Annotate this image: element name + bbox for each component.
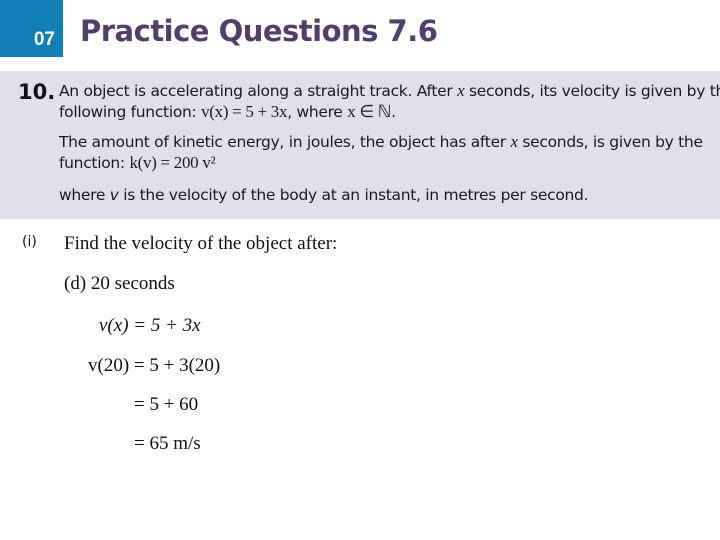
subpart-label: (d) 20 seconds: [64, 273, 175, 294]
question-line-2: following function: v(x) = 5 + 3x, where…: [59, 102, 396, 121]
solution-step-2: v(20) = 5 + 3(20): [88, 355, 221, 376]
solution-step-4: = 65 m/s: [134, 433, 201, 454]
velocity-function: v(x) = 5 + 3x: [201, 102, 288, 121]
part-label: (i): [22, 234, 37, 250]
question-number: 10.: [18, 80, 56, 104]
kinetic-energy-function: k(v) = 200 v²: [129, 153, 216, 172]
question-line-5: where v is the velocity of the body at a…: [59, 186, 589, 204]
question-line-1: An object is accelerating along a straig…: [59, 81, 720, 100]
domain-set: x ∈ ℕ: [347, 102, 392, 121]
question-line-3: The amount of kinetic energy, in joules,…: [59, 132, 703, 151]
solution-step-1: v(x) = 5 + 3x: [99, 315, 201, 336]
question-box: 10. An object is accelerating along a st…: [0, 71, 720, 219]
page-title: Practice Questions 7.6: [80, 14, 438, 48]
chapter-badge: 07: [0, 0, 63, 57]
chapter-number: 07: [33, 29, 55, 50]
question-line-4: function: k(v) = 200 v²: [59, 153, 216, 172]
part-prompt: Find the velocity of the object after:: [64, 233, 338, 254]
solution-step-3: = 5 + 60: [134, 394, 199, 415]
